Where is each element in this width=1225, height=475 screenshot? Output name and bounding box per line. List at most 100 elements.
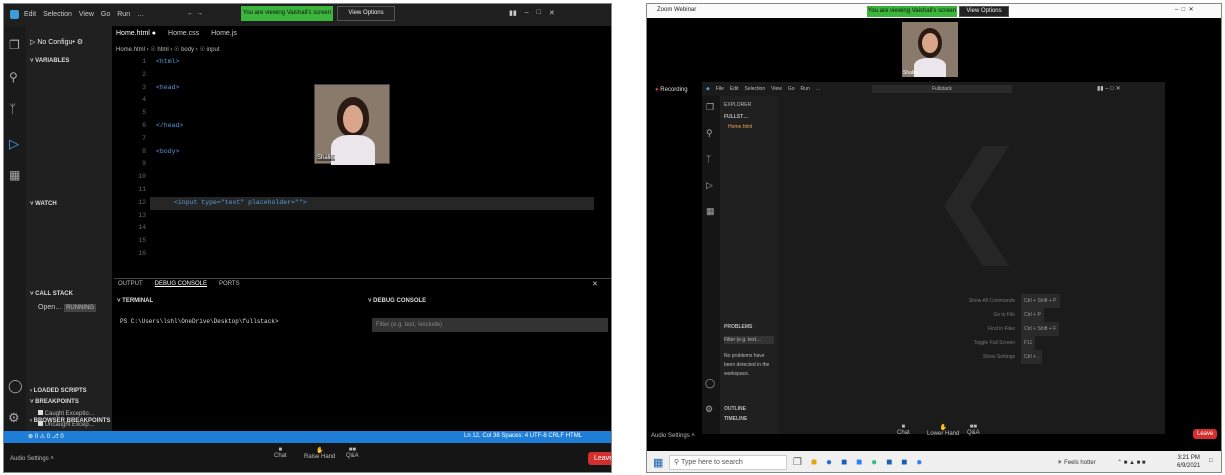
variables-section[interactable]: ˅ VARIABLES xyxy=(30,58,69,64)
code-line[interactable]: 12 <input type="text" placeholder=""> xyxy=(138,196,594,210)
command-search[interactable]: Fullstack xyxy=(872,85,1012,93)
menu-run[interactable]: Run xyxy=(801,86,810,92)
files-icon[interactable]: ❐ xyxy=(9,38,20,52)
close-icon[interactable]: ✕ xyxy=(549,9,555,17)
zoom-task-icon[interactable]: ● xyxy=(916,457,922,468)
clock[interactable]: 3:21 PM 6/9/2021 xyxy=(1177,454,1200,470)
code-line[interactable]: 11 xyxy=(114,184,594,197)
debug-console-title[interactable]: ˅ DEBUG CONSOLE xyxy=(368,298,426,304)
menu-selection[interactable]: Selection xyxy=(43,11,72,18)
settings-gear-icon[interactable]: ⚙ xyxy=(705,404,713,415)
maximize-icon[interactable]: □ xyxy=(537,9,541,17)
file-explorer-icon[interactable]: ■ xyxy=(811,457,817,468)
files-icon[interactable]: ❐ xyxy=(706,102,714,113)
folder-item[interactable]: FULLST… xyxy=(724,114,748,120)
breadcrumb[interactable]: Home.html › ☉ html › ☉ body › ☉ input xyxy=(116,46,220,53)
menu-view[interactable]: View xyxy=(771,86,782,92)
source-control-icon[interactable]: ᛉ xyxy=(706,154,711,164)
menu-view[interactable]: View xyxy=(79,11,94,18)
terminal-prompt[interactable]: PS C:\Users\lshl\OneDrive\Desktop\fullst… xyxy=(120,318,278,325)
windows-start-icon[interactable]: ▦ xyxy=(653,456,663,469)
tab-ports[interactable]: PORTS xyxy=(219,281,240,287)
chat-button[interactable]: ■ Chat xyxy=(897,424,910,436)
loaded-scripts-section[interactable]: › LOADED SCRIPTS xyxy=(30,388,87,394)
code-line[interactable]: 10 xyxy=(114,171,594,184)
qa-button[interactable]: ■■ Q&A xyxy=(346,447,359,459)
chat-button[interactable]: ■ Chat xyxy=(274,447,287,459)
menu-file[interactable]: File xyxy=(716,86,724,92)
call-stack-section[interactable]: ˅ CALL STACK xyxy=(30,291,73,297)
tab-home-html[interactable]: Home.html ● xyxy=(116,30,156,37)
code-line[interactable]: 1 <html> xyxy=(114,56,594,69)
code-line[interactable]: 14 xyxy=(114,222,594,235)
view-options-button[interactable]: View Options xyxy=(337,6,395,21)
view-options-button[interactable]: View Options xyxy=(959,6,1009,17)
layout-icon[interactable]: ▮▮ xyxy=(509,9,517,17)
task-view-icon[interactable]: ❐ xyxy=(793,457,802,468)
leave-button[interactable]: Leave xyxy=(588,452,611,465)
status-left[interactable]: ⊗ 0 ⚠ 0 ⎇ 0 xyxy=(28,433,64,440)
run-debug-icon[interactable]: ▷ xyxy=(706,180,713,191)
run-debug-icon[interactable]: ▷ xyxy=(9,136,19,152)
notifications-icon[interactable]: □ xyxy=(1209,458,1213,464)
window-controls[interactable]: ▮▮ – □ ✕ xyxy=(1097,85,1121,92)
account-icon[interactable]: ◯ xyxy=(8,378,23,394)
store-icon[interactable]: ■ xyxy=(841,457,847,468)
audio-settings[interactable]: Audio Settings ˄ xyxy=(10,456,54,462)
weather-widget[interactable]: ☀ Feels hotter xyxy=(1057,459,1096,466)
terminal-title[interactable]: ˅ TERMINAL xyxy=(117,298,153,304)
window-controls[interactable]: – □ ✕ xyxy=(1175,6,1194,13)
qa-button[interactable]: ■■ Q&A xyxy=(967,424,980,436)
mail-icon[interactable]: ■ xyxy=(856,457,862,468)
extensions-icon[interactable]: ▦ xyxy=(9,168,20,182)
browser-breakpoints-section[interactable]: › BROWSER BREAKPOINTS xyxy=(30,418,110,424)
code-line[interactable]: 15 xyxy=(114,235,594,248)
vscode-task-icon[interactable]: ■ xyxy=(886,457,892,468)
extensions-icon[interactable]: ▦ xyxy=(706,206,715,217)
minimize-icon[interactable]: – xyxy=(525,9,529,17)
edge-icon[interactable]: ● xyxy=(826,457,832,468)
debug-filter-input[interactable]: Filter (e.g. text, !exclude) xyxy=(372,318,608,332)
search-icon[interactable]: ⚲ xyxy=(9,70,18,84)
audio-settings[interactable]: Audio Settings ˄ xyxy=(651,433,695,439)
breakpoint-caught[interactable]: Caught Exceptio… xyxy=(38,410,95,417)
source-control-icon[interactable]: ᛉ xyxy=(9,102,16,116)
menu-edit[interactable]: Edit xyxy=(730,86,739,92)
menu-selection[interactable]: Selection xyxy=(745,86,766,92)
call-stack-item[interactable]: Open… RUNNING xyxy=(38,304,97,312)
problems-title[interactable]: PROBLEMS xyxy=(724,324,752,330)
menu-run[interactable]: Run xyxy=(117,11,130,18)
panel-close-icon[interactable]: ✕ xyxy=(592,280,598,288)
breakpoints-section[interactable]: ˅ BREAKPOINTS xyxy=(30,399,79,405)
problems-filter-input[interactable]: Filter (e.g. text… xyxy=(724,336,774,344)
code-line[interactable]: 16 xyxy=(114,248,594,261)
menu-more[interactable]: … xyxy=(816,86,821,92)
raise-hand-button[interactable]: ✋ Raise Hand xyxy=(304,447,335,460)
settings-gear-icon[interactable]: ⚙ xyxy=(8,410,20,426)
tab-output[interactable]: OUTPUT xyxy=(118,281,143,287)
code-line[interactable]: 13 xyxy=(114,210,594,223)
taskbar-search-input[interactable]: ⚲ Type here to search xyxy=(669,455,787,470)
chrome-icon[interactable]: ● xyxy=(871,457,877,468)
system-tray-icons[interactable]: ⌃ ■ ▲ ■ ■ xyxy=(1117,459,1146,466)
lower-hand-button[interactable]: ✋ Lower Hand xyxy=(927,424,959,437)
tab-home-js[interactable]: Home.js xyxy=(211,30,237,37)
menu-go[interactable]: Go xyxy=(101,11,110,18)
tab-debug-console[interactable]: DEBUG CONSOLE xyxy=(155,281,207,287)
word-icon[interactable]: ■ xyxy=(901,457,907,468)
account-icon[interactable]: ◯ xyxy=(705,378,715,389)
nav-arrows[interactable]: ← → xyxy=(187,10,203,17)
timeline-section[interactable]: TIMELINE xyxy=(724,416,747,422)
run-config[interactable]: ▷ No Configu• ⚙ xyxy=(30,38,83,46)
menu-go[interactable]: Go xyxy=(788,86,795,92)
menu-edit[interactable]: Edit xyxy=(24,11,36,18)
watch-section[interactable]: ˅ WATCH xyxy=(30,201,57,207)
leave-button[interactable]: Leave xyxy=(1193,429,1218,439)
search-icon[interactable]: ⚲ xyxy=(706,128,713,139)
file-item[interactable]: Home.html xyxy=(728,124,752,130)
checkbox-icon[interactable] xyxy=(38,410,43,415)
outline-section[interactable]: OUTLINE xyxy=(724,406,746,412)
code-line[interactable]: 2 xyxy=(114,69,594,82)
menu-more[interactable]: … xyxy=(137,11,144,18)
status-right[interactable]: Ln 12, Col 38 Spaces: 4 UTF-8 CRLF HTML xyxy=(464,433,582,439)
